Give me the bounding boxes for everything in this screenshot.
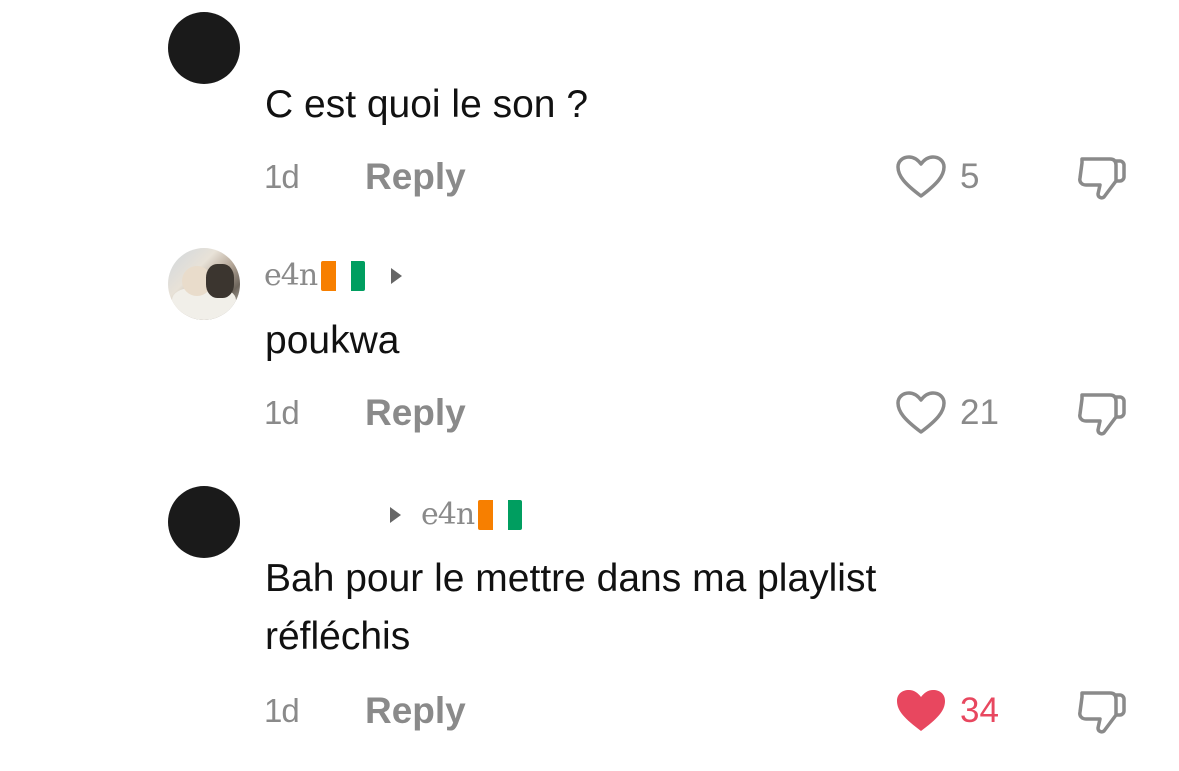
- comment-username[interactable]: e4n: [264, 258, 403, 293]
- dislike-button[interactable]: [1074, 686, 1128, 736]
- like-button[interactable]: [895, 152, 947, 202]
- reply-arrow-icon: [390, 506, 401, 523]
- like-button[interactable]: [895, 388, 947, 438]
- flag-icon: [478, 499, 523, 530]
- comment-time: 1d: [264, 394, 300, 431]
- dislike-button[interactable]: [1074, 152, 1128, 202]
- like-button[interactable]: [895, 686, 947, 736]
- thumbs-down-icon: [1078, 691, 1126, 734]
- reply-arrow-icon: [391, 267, 403, 284]
- comment-text: poukwa: [265, 319, 400, 362]
- username-text: e4n: [264, 258, 318, 293]
- avatar[interactable]: [168, 12, 240, 84]
- like-count: 21: [960, 393, 999, 432]
- comment-text-line2: réfléchis: [265, 615, 411, 658]
- heart-icon: [896, 155, 946, 198]
- heart-filled-icon: [897, 690, 945, 731]
- comment-actions: 1d Reply 5: [0, 152, 1179, 202]
- like-count: 34: [960, 691, 999, 730]
- flag-icon: [321, 260, 366, 291]
- comment-time: 1d: [264, 692, 300, 729]
- avatar[interactable]: [168, 248, 240, 320]
- heart-icon: [896, 391, 946, 434]
- username-text: e4n: [421, 497, 475, 532]
- reply-button[interactable]: Reply: [365, 686, 466, 736]
- comment-actions: 1d Reply 21: [0, 388, 1179, 438]
- dislike-button[interactable]: [1074, 388, 1128, 438]
- like-count: 5: [960, 157, 980, 196]
- comment-time: 1d: [264, 158, 300, 195]
- reply-to-username[interactable]: e4n: [390, 497, 523, 532]
- comment-text-line1: Bah pour le mettre dans ma playlist: [265, 557, 877, 600]
- reply-button[interactable]: Reply: [365, 388, 466, 438]
- thumbs-down-icon: [1078, 157, 1126, 200]
- comment-text: C est quoi le son ?: [265, 83, 589, 126]
- comment-actions: 1d Reply 34: [0, 686, 1179, 736]
- thumbs-down-icon: [1078, 393, 1126, 436]
- avatar[interactable]: [168, 486, 240, 558]
- reply-button[interactable]: Reply: [365, 152, 466, 202]
